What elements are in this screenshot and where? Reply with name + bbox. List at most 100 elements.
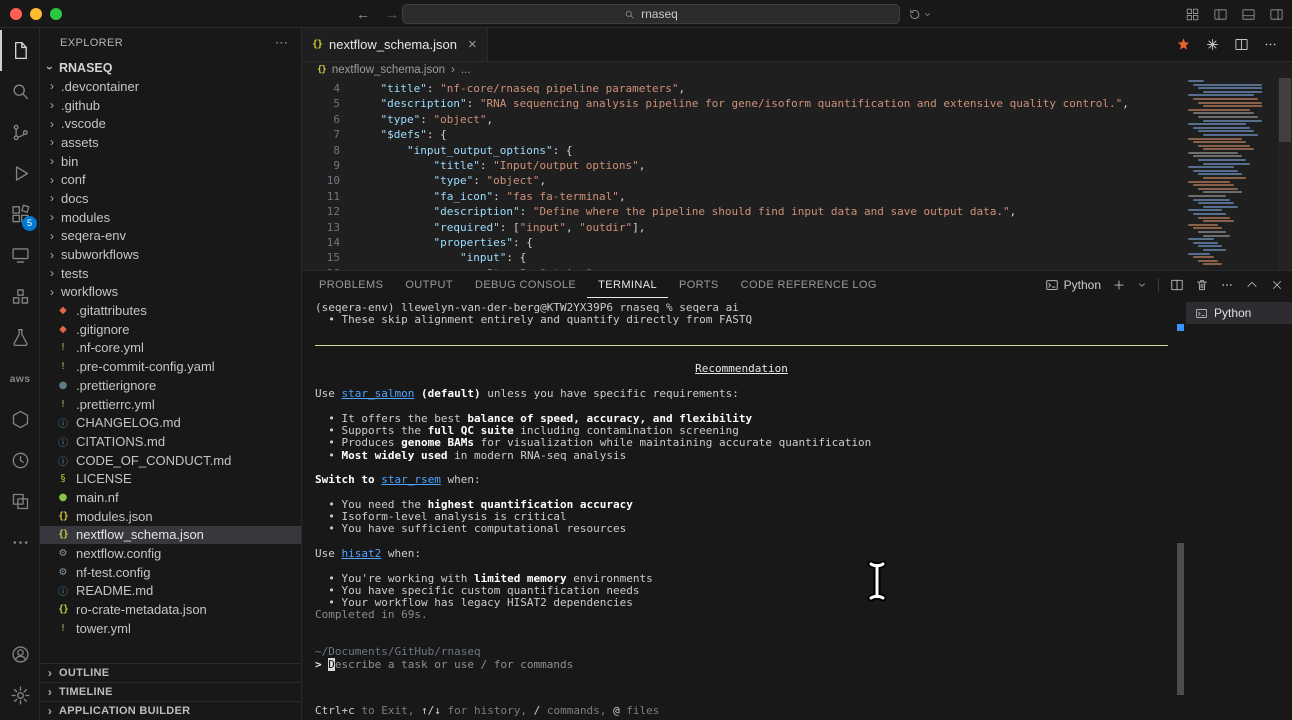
folder-workflows[interactable]: ›workflows [40,283,301,302]
hexagon-tool-activity-icon[interactable] [0,399,40,440]
code-editor[interactable]: 4 "title": "nf-core/rnaseq pipeline para… [302,78,1292,270]
grid-layout-icon[interactable] [1185,7,1200,22]
folder-vscode[interactable]: ›.vscode [40,114,301,133]
maximize-panel-icon[interactable] [1245,278,1259,292]
folder-conf[interactable]: ›conf [40,170,301,189]
aws-activity-icon[interactable]: aws [0,358,40,399]
folder-devcontainer[interactable]: ›.devcontainer [40,77,301,96]
panel-tab-problems[interactable]: PROBLEMS [308,271,394,298]
terminal-dropdown-icon[interactable] [1137,280,1147,290]
more-actions-icon[interactable] [1263,37,1278,52]
editor-scrollbar-thumb[interactable] [1279,78,1291,142]
remote-explorer-activity-icon[interactable] [0,235,40,276]
editor-scrollbar[interactable] [1278,78,1292,270]
window-controls [10,8,62,20]
windows-tool-activity-icon[interactable] [0,481,40,522]
back-button[interactable]: ← [356,6,370,22]
folder-tests[interactable]: ›tests [40,264,301,283]
forward-button[interactable]: → [385,6,399,22]
minimap[interactable] [1186,80,1262,268]
file-code-of-conduct-md[interactable]: ⓘCODE_OF_CONDUCT.md [40,451,301,470]
file-tower-yml[interactable]: !tower.yml [40,619,301,638]
section-outline[interactable]: ›OUTLINE [40,663,301,682]
folder-subworkflows[interactable]: ›subworkflows [40,245,301,264]
file-prettierignore[interactable]: ●.prettierignore [40,376,301,395]
file-main-nf[interactable]: ●main.nf [40,488,301,507]
split-terminal-icon[interactable] [1170,278,1184,292]
breadcrumb-more[interactable]: ... [461,64,471,76]
containers-activity-icon[interactable] [0,276,40,317]
close-tab-icon[interactable]: × [468,36,477,53]
terminal-line: • These skip alignment entirely and quan… [315,314,1168,326]
panel-tab-terminal[interactable]: TERMINAL [587,271,668,298]
toggle-primary-sidebar-icon[interactable] [1213,7,1228,22]
toggle-panel-icon[interactable] [1241,7,1256,22]
zoom-window-button[interactable] [50,8,62,20]
panel-tab-debug-console[interactable]: DEBUG CONSOLE [464,271,587,298]
explorer-activity-icon[interactable] [0,30,40,71]
accounts-activity-icon[interactable] [0,634,40,675]
panel-more-actions-icon[interactable] [1220,278,1234,292]
terminal-text: ~/Documents/GitHub/rnaseq [315,645,481,658]
file-gitattributes[interactable]: ◆.gitattributes [40,301,301,320]
file-citations-md[interactable]: ⓘCITATIONS.md [40,432,301,451]
panel-tab-code-reference-log[interactable]: CODE REFERENCE LOG [730,271,888,298]
settings-activity-icon[interactable] [0,675,40,716]
terminal-instance-python[interactable]: Python [1186,302,1292,324]
close-panel-icon[interactable] [1270,278,1284,292]
terminal-link[interactable]: star_salmon [342,387,415,400]
folder-assets[interactable]: ›assets [40,133,301,152]
testing-activity-icon[interactable] [0,317,40,358]
terminal-link[interactable]: star_rsem [381,473,441,486]
folder-seqera-env[interactable]: ›seqera-env [40,227,301,246]
file-gitignore[interactable]: ◆.gitignore [40,320,301,339]
terminal-scrollbar-thumb[interactable] [1177,543,1184,695]
session-refresh-button[interactable] [908,0,932,28]
panel-tab-ports[interactable]: PORTS [668,271,730,298]
more-tools-activity-icon[interactable] [0,522,40,563]
file-nf-core-yml[interactable]: !.nf-core.yml [40,339,301,358]
split-editor-icon[interactable] [1234,37,1249,52]
file-nf-test-config[interactable]: ⚙nf-test.config [40,563,301,582]
folder-docs[interactable]: ›docs [40,189,301,208]
file-prettierrc-yml[interactable]: !.prettierrc.yml [40,395,301,414]
file-readme-md[interactable]: ⓘREADME.md [40,582,301,601]
source-control-activity-icon[interactable] [0,112,40,153]
folder-modules[interactable]: ›modules [40,208,301,227]
breadcrumb-file[interactable]: nextflow_schema.json [332,64,445,76]
terminal[interactable]: (seqera-env) llewelyn-van-der-berg@KTW2Y… [302,298,1174,720]
command-center-search[interactable]: rnaseq [402,4,900,24]
minimize-window-button[interactable] [30,8,42,20]
folder-bin[interactable]: ›bin [40,152,301,171]
new-terminal-icon[interactable] [1112,278,1126,292]
tab-nextflow-schema-json[interactable]: {} nextflow_schema.json × [302,28,488,61]
section-application-builder[interactable]: ›APPLICATION BUILDER [40,701,301,720]
file-ro-crate-metadata-json[interactable]: {}ro-crate-metadata.json [40,600,301,619]
tree-root-rnaseq[interactable]: › RNASEQ [40,58,301,77]
terminal-link[interactable]: hisat2 [342,547,382,560]
explorer-more-actions-icon[interactable]: ⋯ [275,35,289,51]
search-value: rnaseq [641,7,678,21]
history-tool-activity-icon[interactable] [0,440,40,481]
terminal-scrollbar[interactable] [1174,298,1186,720]
extensions-activity-icon[interactable]: 5 [0,194,40,235]
close-window-button[interactable] [10,8,22,20]
section-label: TIMELINE [59,686,113,698]
asterisk-icon[interactable] [1205,37,1220,52]
panel-tab-output[interactable]: OUTPUT [394,271,464,298]
breadcrumb[interactable]: {} nextflow_schema.json › ... [302,62,1292,78]
file-modules-json[interactable]: {}modules.json [40,507,301,526]
search-activity-icon[interactable] [0,71,40,112]
file-nextflow-config[interactable]: ⚙nextflow.config [40,544,301,563]
kill-terminal-icon[interactable] [1195,278,1209,292]
toggle-secondary-sidebar-icon[interactable] [1269,7,1284,22]
flame-icon[interactable] [1176,37,1191,52]
terminal-launch-profile[interactable]: Python [1045,278,1101,292]
file-nextflow-schema-json[interactable]: {}nextflow_schema.json [40,526,301,545]
file-changelog-md[interactable]: ⓘCHANGELOG.md [40,413,301,432]
file-license[interactable]: §LICENSE [40,469,301,488]
section-timeline[interactable]: ›TIMELINE [40,682,301,701]
file-pre-commit-config-yaml[interactable]: !.pre-commit-config.yaml [40,357,301,376]
run-and-debug-activity-icon[interactable] [0,153,40,194]
folder-github[interactable]: ›.github [40,96,301,115]
